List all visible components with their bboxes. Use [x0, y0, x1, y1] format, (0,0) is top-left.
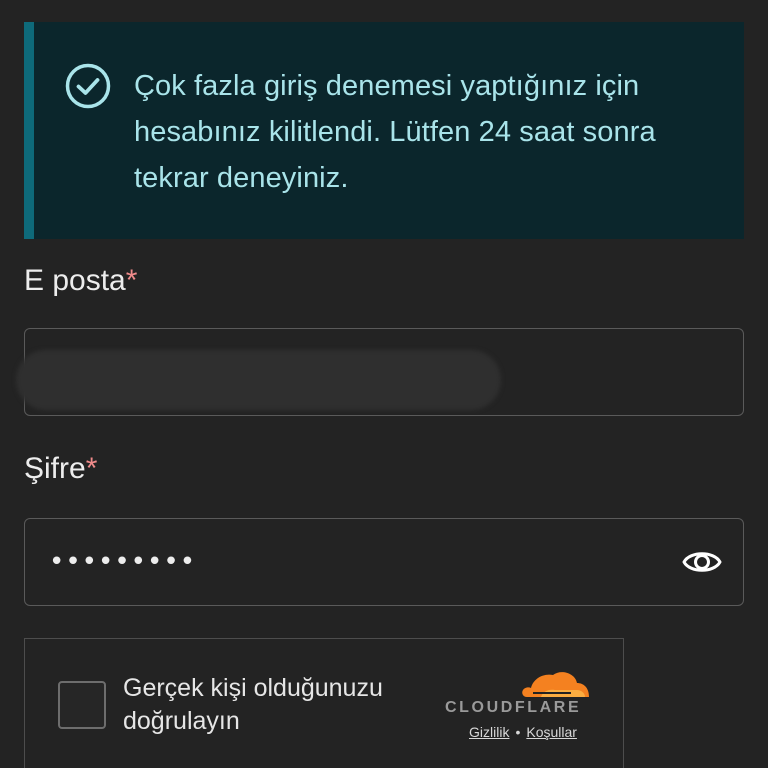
required-mark: * [85, 452, 98, 485]
email-label: E posta* [24, 264, 137, 298]
check-circle-icon [64, 62, 112, 110]
login-page: Çok fazla giriş denemesi yaptığınız için… [0, 0, 768, 768]
cloudflare-wordmark: CLOUDFLARE [445, 699, 582, 716]
email-label-text: E posta [24, 264, 126, 297]
password-label-text: Şifre [24, 452, 86, 485]
captcha-label: Gerçek kişi olduğunuzu doğrulayın [123, 674, 383, 735]
lockout-alert: Çok fazla giriş denemesi yaptığınız için… [24, 22, 744, 239]
cloudflare-cloud-icon [519, 665, 591, 699]
password-label: Şifre* [24, 452, 97, 486]
link-separator: • [515, 724, 521, 740]
captcha-links: Gizlilik • Koşullar [469, 724, 577, 740]
password-masked-value: ••••••••• [49, 547, 197, 577]
redacted-email-value [16, 350, 501, 410]
password-input[interactable]: ••••••••• [24, 518, 744, 606]
human-verify-checkbox[interactable] [58, 681, 106, 729]
privacy-link[interactable]: Gizlilik [469, 724, 509, 740]
eye-icon[interactable] [681, 541, 723, 583]
required-mark: * [125, 264, 138, 297]
terms-link[interactable]: Koşullar [526, 724, 577, 740]
alert-message: Çok fazla giriş denemesi yaptığınız için… [134, 70, 656, 194]
cloudflare-captcha: Gerçek kişi olduğunuzu doğrulayın CLOUDF… [24, 638, 624, 768]
